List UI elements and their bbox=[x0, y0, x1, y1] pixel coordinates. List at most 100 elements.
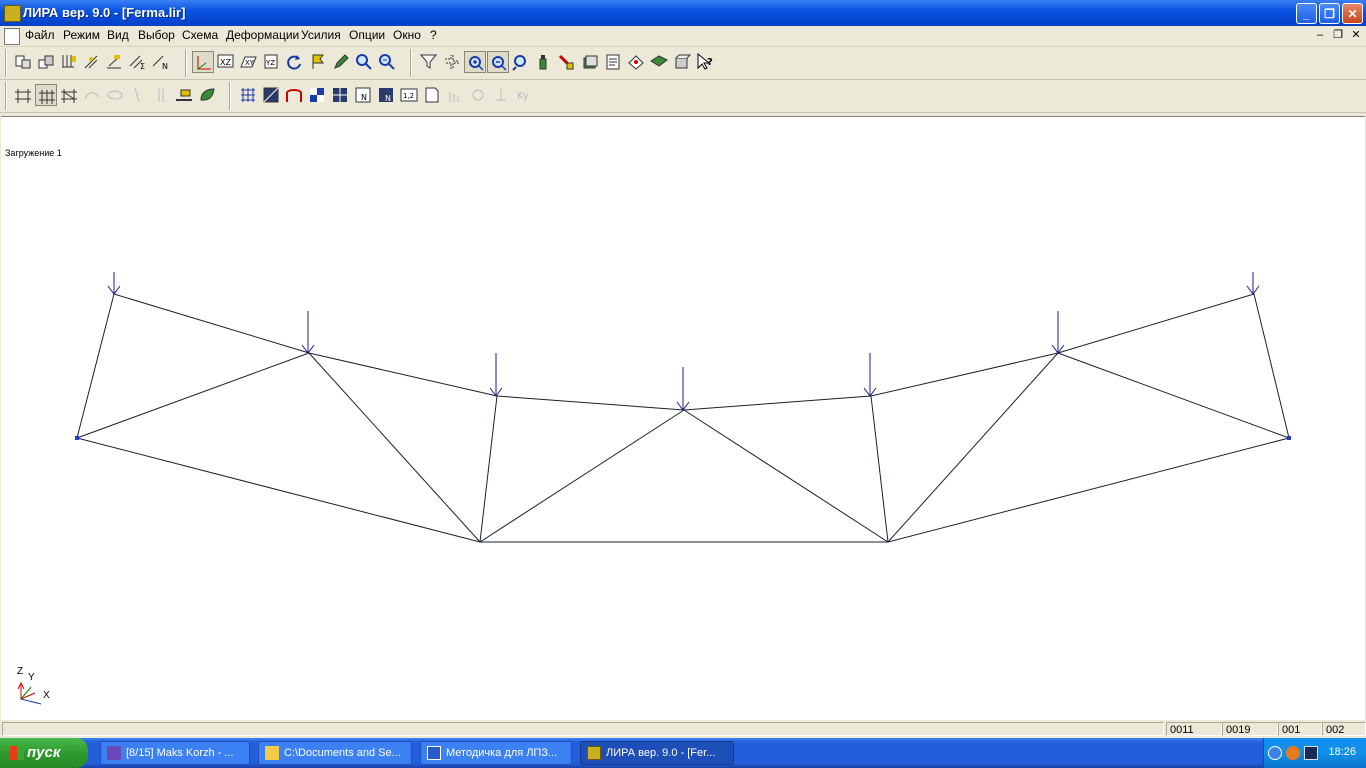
truss-frame-icon[interactable] bbox=[12, 84, 34, 106]
mdi-close-button[interactable]: ✕ bbox=[1349, 28, 1363, 42]
maximize-button[interactable]: ❐ bbox=[1319, 3, 1340, 24]
word-icon bbox=[427, 746, 441, 760]
checker-icon[interactable] bbox=[306, 84, 328, 106]
lira-app-icon[interactable] bbox=[4, 5, 21, 22]
media-player-icon bbox=[107, 746, 121, 760]
stiffness-icon[interactable] bbox=[104, 51, 126, 73]
supports-icon[interactable] bbox=[58, 51, 80, 73]
axis-indicator: Z Y X bbox=[17, 666, 50, 705]
save-project-icon[interactable] bbox=[35, 51, 57, 73]
plate-icon[interactable] bbox=[260, 84, 282, 106]
plane-yz-icon[interactable]: YZ bbox=[261, 51, 283, 73]
numbering-icon[interactable]: N bbox=[352, 84, 374, 106]
plane-xy-icon[interactable]: XY bbox=[238, 51, 260, 73]
tray-expand-icon[interactable] bbox=[1268, 746, 1282, 760]
ruler-icon[interactable] bbox=[173, 84, 195, 106]
zoom-window-icon[interactable] bbox=[510, 51, 532, 73]
clock[interactable]: 18:26 bbox=[1328, 746, 1356, 758]
paint-brush-icon[interactable] bbox=[556, 51, 578, 73]
page-icon[interactable] bbox=[421, 84, 443, 106]
zoom-icon[interactable] bbox=[353, 51, 375, 73]
windows-logo-icon bbox=[10, 746, 24, 760]
zoom-all-icon[interactable] bbox=[376, 51, 398, 73]
tray-app-icon[interactable] bbox=[1286, 746, 1300, 760]
filter-icon[interactable] bbox=[418, 51, 440, 73]
slab-mesh-icon[interactable] bbox=[329, 84, 351, 106]
shell-disabled-icon bbox=[104, 84, 126, 106]
help-pointer-icon[interactable]: ? bbox=[694, 51, 716, 73]
menu-forces[interactable]: Усилия bbox=[301, 28, 341, 42]
svg-text:YZ: YZ bbox=[265, 59, 275, 67]
book-icon[interactable] bbox=[648, 51, 670, 73]
zoom-out-icon[interactable] bbox=[487, 51, 509, 73]
secondary-toolbar: N N 1,2 Ky bbox=[0, 80, 1366, 113]
menu-mode[interactable]: Режим bbox=[63, 28, 100, 42]
truss-drawing: Z Y X bbox=[17, 272, 1291, 705]
truss-braced-icon[interactable] bbox=[58, 84, 80, 106]
load-sum-icon[interactable]: Σ bbox=[127, 51, 149, 73]
axis-y-label: Y bbox=[28, 672, 35, 683]
svg-text:XY: XY bbox=[245, 59, 255, 67]
model-canvas[interactable]: Загружение 1 Z Y X bbox=[1, 116, 1365, 720]
truss-grid-icon[interactable] bbox=[35, 84, 57, 106]
status-cell: 0011 bbox=[1166, 722, 1222, 736]
task-word[interactable]: Методичка для ЛПЗ... bbox=[420, 741, 572, 765]
main-toolbar: Σ N XZ XY YZ ? bbox=[0, 47, 1366, 80]
folder-icon bbox=[265, 746, 279, 760]
axis-z-label: Z bbox=[17, 666, 23, 677]
menu-view[interactable]: Вид bbox=[107, 28, 129, 42]
window-title: ЛИРА вер. 9.0 - [Ferma.lir] bbox=[23, 5, 186, 20]
arch-icon[interactable] bbox=[283, 84, 305, 106]
svg-text:XZ: XZ bbox=[220, 58, 231, 67]
load-n-icon[interactable]: N bbox=[150, 51, 172, 73]
menu-help[interactable]: ? bbox=[430, 28, 437, 42]
start-button[interactable]: пуск bbox=[0, 738, 88, 768]
svg-text:N: N bbox=[385, 94, 391, 103]
load-arrow bbox=[1246, 272, 1260, 295]
status-cell: 001 bbox=[1278, 722, 1322, 736]
menu-deformations[interactable]: Деформации bbox=[226, 28, 299, 42]
minimize-button[interactable]: _ bbox=[1296, 3, 1317, 24]
load-arrow bbox=[1051, 311, 1065, 354]
svg-text:1,2: 1,2 bbox=[403, 92, 414, 100]
network-icon[interactable] bbox=[1304, 746, 1318, 760]
mdi-restore-button[interactable]: ❐ bbox=[1331, 28, 1345, 42]
leaf-icon[interactable] bbox=[196, 84, 218, 106]
plane-xz-icon[interactable]: XZ bbox=[215, 51, 237, 73]
load-arrow bbox=[489, 353, 503, 397]
menu-select[interactable]: Выбор bbox=[138, 28, 175, 42]
load-arrow bbox=[301, 311, 315, 354]
rotate-icon[interactable] bbox=[284, 51, 306, 73]
svg-text:Σ: Σ bbox=[140, 62, 145, 71]
section-library-icon[interactable] bbox=[625, 51, 647, 73]
task-explorer[interactable]: C:\Documents and Se... bbox=[258, 741, 412, 765]
task-media-player[interactable]: [8/15] Maks Korzh - ... bbox=[100, 741, 250, 765]
node-numbering-icon[interactable]: N bbox=[375, 84, 397, 106]
task-lira[interactable]: ЛИРА вер. 9.0 - [Fer... bbox=[580, 741, 734, 765]
layers-icon[interactable] bbox=[579, 51, 601, 73]
menu-bar: Файл Режим Вид Выбор Схема Деформации Ус… bbox=[0, 26, 1366, 47]
pencil-icon[interactable] bbox=[330, 51, 352, 73]
status-message bbox=[2, 722, 1164, 736]
mdi-minimize-button[interactable]: – bbox=[1313, 28, 1327, 42]
bottle-icon[interactable] bbox=[533, 51, 555, 73]
svg-text:?: ? bbox=[707, 57, 713, 68]
menu-window[interactable]: Окно bbox=[393, 28, 421, 42]
menu-file[interactable]: Файл bbox=[25, 28, 55, 42]
document-icon[interactable] bbox=[4, 28, 20, 45]
box-icon[interactable] bbox=[671, 51, 693, 73]
rod-disabled-icon bbox=[127, 84, 149, 106]
menu-scheme[interactable]: Схема bbox=[182, 28, 218, 42]
close-button[interactable]: ✕ bbox=[1342, 3, 1363, 24]
nodes-select-icon[interactable] bbox=[441, 51, 463, 73]
values-icon[interactable]: 1,2 bbox=[398, 84, 420, 106]
title-bar: ЛИРА вер. 9.0 - [Ferma.lir] _ ❐ ✕ bbox=[0, 0, 1366, 26]
flag-icon[interactable] bbox=[307, 51, 329, 73]
hinges-icon[interactable] bbox=[81, 51, 103, 73]
grid-mesh-icon[interactable] bbox=[237, 84, 259, 106]
open-project-icon[interactable] bbox=[12, 51, 34, 73]
menu-options[interactable]: Опции bbox=[349, 28, 385, 42]
coordinate-axes-icon[interactable] bbox=[192, 51, 214, 73]
notepad-icon[interactable] bbox=[602, 51, 624, 73]
zoom-in-icon[interactable] bbox=[464, 51, 486, 73]
